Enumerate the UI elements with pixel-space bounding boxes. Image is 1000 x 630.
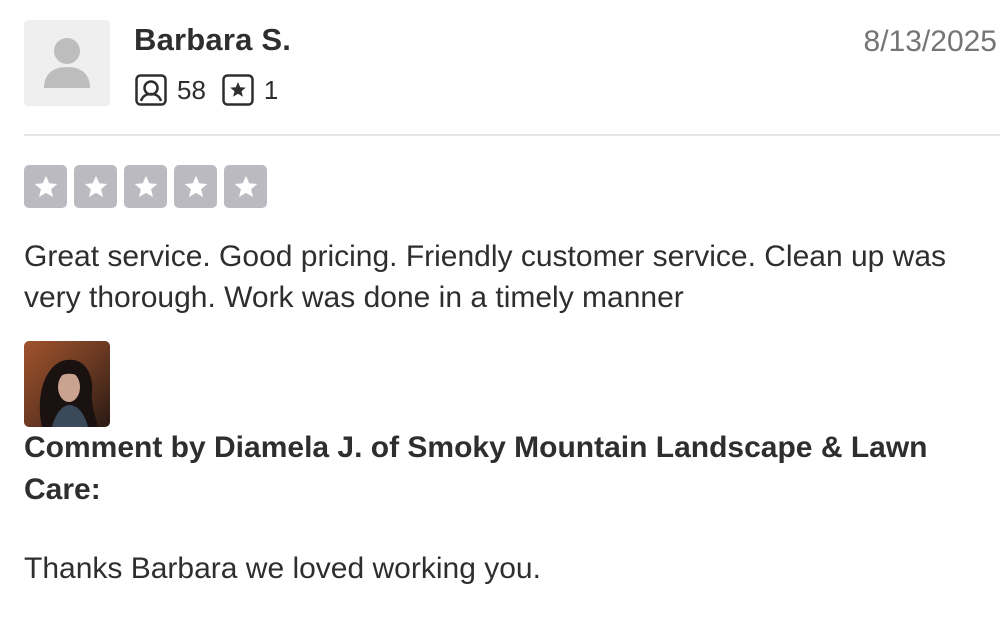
owner-comment-heading: Comment by Diamela J. of Smoky Mountain … (24, 431, 928, 506)
star-5 (224, 165, 267, 208)
review-date: 8/13/2025 (863, 25, 997, 58)
reviewer-avatar[interactable] (24, 20, 110, 106)
star-1 (24, 165, 67, 208)
star-2 (74, 165, 117, 208)
star-icon (234, 175, 257, 197)
star-4 (174, 165, 217, 208)
reviewer-stats: 58 1 (135, 72, 278, 108)
star-icon (34, 175, 57, 197)
review-count: 58 (177, 74, 206, 105)
star-rating (24, 165, 274, 208)
rating-count: 1 (263, 74, 279, 105)
owner-photo[interactable] (24, 341, 110, 427)
owner-comment-text: Thanks Barbara we loved working you. (24, 552, 541, 585)
star-3 (124, 165, 167, 208)
star-icon (184, 175, 207, 197)
review-card: Barbara S. 58 1 8/13/2025 Great service.… (0, 0, 1000, 630)
reviewer-name[interactable]: Barbara S. (134, 22, 291, 58)
review-text: Great service. Good pricing. Friendly cu… (24, 240, 947, 314)
review-count-icon (135, 74, 167, 106)
star-badge-icon (222, 74, 254, 106)
divider (24, 134, 1000, 136)
star-icon (134, 175, 157, 197)
user-silhouette-icon (44, 38, 90, 88)
star-icon (84, 175, 107, 197)
